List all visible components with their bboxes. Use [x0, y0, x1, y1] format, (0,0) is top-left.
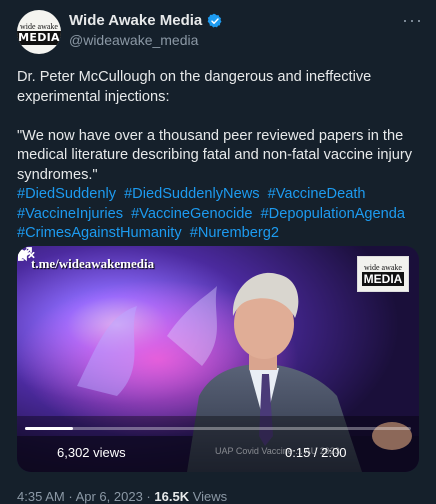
more-options-icon[interactable]: ···	[402, 10, 423, 31]
hashtag[interactable]: #VaccineInjuries	[17, 206, 123, 222]
verified-badge-icon	[207, 13, 222, 27]
video-player[interactable]: t.me/wideawakemedia wide awake MEDIA UAP…	[17, 246, 419, 472]
hashtag[interactable]: #Nuremberg2	[190, 225, 279, 241]
video-views: 6,302 views	[57, 445, 126, 460]
tweet-text: Dr. Peter McCullough on the dangerous an…	[17, 69, 413, 183]
hashtag[interactable]: #VaccineGenocide	[131, 206, 252, 222]
avatar-small-text: wide awake	[20, 21, 58, 31]
video-time: 0:15 / 2:00	[285, 445, 347, 460]
video-watermark-big-text: MEDIA	[361, 271, 405, 286]
meta-separator: ·	[146, 489, 151, 504]
account-name[interactable]: Wide Awake Media	[69, 12, 202, 29]
tweet-time[interactable]: 4:35 AM	[17, 489, 65, 504]
tweet-date[interactable]: Apr 6, 2023	[76, 489, 143, 504]
account-handle[interactable]: @wideawake_media	[69, 32, 198, 48]
hashtag-list: #DiedSuddenly #DiedSuddenlyNews #Vaccine…	[17, 185, 422, 244]
video-progress-bar[interactable]	[25, 427, 411, 430]
fullscreen-icon[interactable]	[17, 246, 33, 262]
hashtag[interactable]: #CrimesAgainstHumanity	[17, 225, 182, 241]
avatar-big-text: MEDIA	[17, 30, 61, 45]
video-watermark-small-text: wide awake	[364, 262, 402, 272]
hashtag[interactable]: #DiedSuddenlyNews	[124, 186, 259, 202]
video-watermark-link: t.me/wideawakemedia	[31, 256, 155, 271]
video-watermark-logo: wide awake MEDIA	[357, 256, 409, 292]
hashtag[interactable]: #DepopulationAgenda	[261, 206, 405, 222]
views-label: Views	[192, 489, 228, 504]
hashtag[interactable]: #DiedSuddenly	[17, 186, 116, 202]
account-name-row: Wide Awake Media	[69, 12, 223, 29]
meta-separator: ·	[68, 489, 73, 504]
video-progress-fill	[25, 427, 74, 430]
avatar[interactable]: wide awake MEDIA	[17, 10, 61, 54]
hashtag[interactable]: #VaccineDeath	[268, 186, 366, 202]
views-count: 16.5K	[154, 489, 190, 504]
tweet-metadata: 4:35 AM · Apr 6, 2023 · 16.5K Views	[17, 489, 227, 504]
tweet: wide awake MEDIA Wide Awake Media @widea…	[0, 0, 436, 504]
